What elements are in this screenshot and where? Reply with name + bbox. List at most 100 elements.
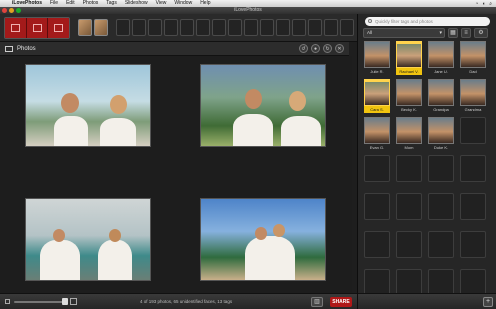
view-single-button[interactable] [26,17,49,38]
search-placeholder: Quickly filter tags and photos [375,19,433,24]
face-tag[interactable]: Grandma [460,79,486,115]
empty-tag-slot[interactable] [460,193,486,229]
zoom-out-icon[interactable] [5,299,10,304]
tag-slot-empty[interactable] [212,19,226,36]
menu-file[interactable]: File [46,0,62,7]
face-tag[interactable]: Jane U. [428,41,454,77]
photo-thumbnail[interactable] [200,198,326,281]
menu-window[interactable]: Window [170,0,196,7]
empty-tag-slot[interactable] [364,155,390,191]
face-tag-label: Becky K. [401,107,417,112]
tag-slot-empty[interactable] [164,19,178,36]
empty-tag-slot[interactable] [428,231,454,267]
face-tag[interactable]: Duke K. [428,117,454,153]
face-tag-label: Grandpa [433,107,449,112]
photo-thumbnail[interactable] [25,198,151,281]
photo-thumbnail[interactable] [200,64,326,147]
face-tag-grid: Julie R. Rachael V. Jane U. Dad Cara S. … [364,41,486,305]
face-thumbnail [364,79,390,106]
empty-tag-slot[interactable] [396,231,422,267]
menu-help[interactable]: Help [196,0,214,7]
photo-subject [40,240,80,280]
add-tag-button[interactable]: + [483,297,493,307]
zoom-window-button[interactable] [16,8,21,13]
tag-slot-face[interactable] [94,19,108,36]
tag-slot-empty[interactable] [116,19,130,36]
menu-tags[interactable]: Tags [102,0,121,7]
tag-slot-empty[interactable] [260,19,274,36]
face-tag[interactable]: Julie R. [364,41,390,77]
menu-edit[interactable]: Edit [62,0,79,7]
face-tag[interactable]: Mom [396,117,422,153]
menu-photos[interactable]: Photos [79,0,103,7]
tag-slot-empty[interactable] [340,19,354,36]
volume-icon[interactable]: ◖ [482,1,485,7]
face-tag[interactable]: Dad [460,41,486,77]
tag-slot-empty[interactable] [148,19,162,36]
face-tag[interactable]: Grandpa [428,79,454,115]
menu-view[interactable]: View [152,0,171,7]
empty-tag-slot[interactable] [460,117,486,153]
panel-actions: ↺ ● ↻ ✕ [299,44,344,53]
photo-subject [281,116,321,146]
empty-tag-slot[interactable] [396,193,422,229]
search-field[interactable]: Quickly filter tags and photos [365,17,490,26]
tag-slot-empty[interactable] [180,19,194,36]
empty-tag-slot[interactable] [428,193,454,229]
tag-slot-empty[interactable] [308,19,322,36]
empty-tag-slot[interactable] [460,231,486,267]
empty-tag-slot-box [428,193,454,220]
empty-tag-slot[interactable] [364,193,390,229]
single-view-icon [32,23,42,32]
face-thumbnail [396,79,422,106]
zoom-in-icon[interactable] [70,298,77,305]
gear-icon[interactable]: ⚙ [474,28,488,38]
view-grid-button[interactable] [5,17,27,38]
rotate-left-icon[interactable]: ↺ [299,44,308,53]
face-tag[interactable]: Rachael V. [396,41,422,77]
minimize-window-button[interactable] [9,8,14,13]
menu-slideshow[interactable]: Slideshow [121,0,152,7]
menubar-status-icons: ◔ ◖ ⌕ [475,1,496,7]
wifi-icon[interactable]: ◔ [475,1,478,7]
tag-filter-select[interactable]: All [363,28,445,38]
close-window-button[interactable] [2,8,7,13]
empty-tag-slot-box [396,269,422,296]
face-thumbnail [364,117,390,144]
rotate-right-icon[interactable]: ↻ [323,44,332,53]
filter-row: All ▦ ≡ ⚙ [363,28,493,38]
tag-slot-empty[interactable] [292,19,306,36]
delete-icon[interactable]: ✕ [335,44,344,53]
tag-slot-empty[interactable] [324,19,338,36]
person-icon[interactable]: ● [311,44,320,53]
empty-tag-slot-box [364,269,390,296]
empty-tag-slot[interactable] [428,155,454,191]
face-tag[interactable]: Becky K. [396,79,422,115]
face-thumbnail [460,79,486,106]
share-button[interactable]: SHARE [330,297,352,307]
photo-thumbnail[interactable] [25,64,151,147]
face-tag[interactable]: Evan G. [364,117,390,153]
tag-slot-empty[interactable] [244,19,258,36]
empty-tag-slot[interactable] [396,155,422,191]
menu-app-name[interactable]: iLovePhotos [8,0,46,7]
photo-subject-face [289,91,306,111]
trash-icon[interactable]: ▥ [311,297,323,307]
face-tag[interactable]: Cara S. [364,79,390,115]
view-slideshow-button[interactable] [48,17,69,38]
tag-slot-empty[interactable] [132,19,146,36]
empty-tag-slot[interactable] [460,155,486,191]
zoom-slider[interactable] [14,301,66,303]
photo-subject [100,118,136,146]
tag-slot-face[interactable] [78,19,92,36]
tag-slot-empty[interactable] [196,19,210,36]
zoom-slider-handle[interactable] [62,298,68,305]
tag-slot-empty[interactable] [228,19,242,36]
spotlight-icon[interactable]: ⌕ [489,1,492,7]
tag-slot-empty[interactable] [276,19,290,36]
list-view-toggle-icon[interactable]: ≡ [461,28,471,38]
photo-subject [233,114,273,146]
empty-tag-slot[interactable] [364,231,390,267]
grid-view-toggle-icon[interactable]: ▦ [448,28,458,38]
photo-subject-face [61,93,79,113]
